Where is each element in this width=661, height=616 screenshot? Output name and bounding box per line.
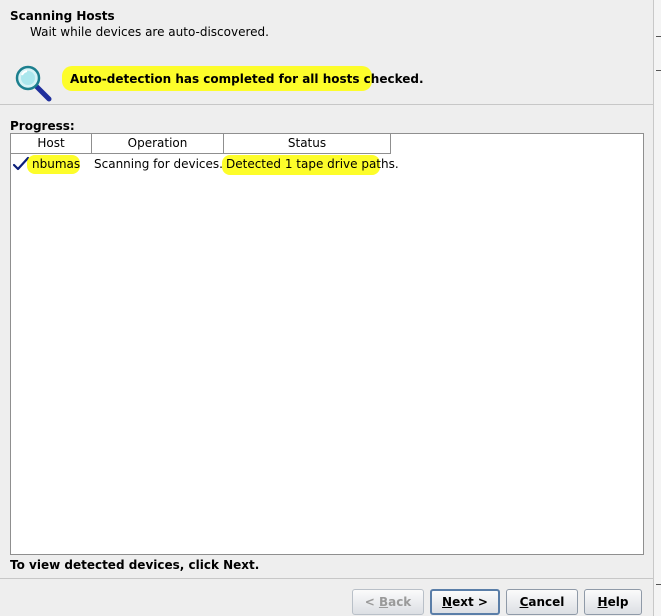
column-header-host[interactable]: Host <box>11 134 92 154</box>
column-header-status[interactable]: Status <box>224 134 391 154</box>
status-message: Auto-detection has completed for all hos… <box>70 72 424 86</box>
table-header: Host Operation Status <box>11 134 643 154</box>
column-header-operation[interactable]: Operation <box>92 134 224 154</box>
host-cell: nbumas <box>32 157 81 171</box>
cancel-button[interactable]: Cancel <box>506 589 578 615</box>
footer-divider <box>0 578 653 579</box>
operation-cell: Scanning for devices. <box>94 157 223 171</box>
next-hint: To view detected devices, click Next. <box>10 558 260 572</box>
wizard-header: Scanning Hosts Wait while devices are au… <box>0 0 653 104</box>
window-edge <box>653 0 661 616</box>
status-cell: Detected 1 tape drive paths. <box>226 157 399 171</box>
back-button[interactable]: < Back <box>352 589 424 615</box>
help-button[interactable]: Help <box>584 589 642 615</box>
magnifier-icon <box>15 65 52 102</box>
header-divider <box>0 104 653 105</box>
page-subtitle: Wait while devices are auto-discovered. <box>30 25 269 39</box>
next-button[interactable]: Next > <box>430 589 500 615</box>
progress-table: Host Operation Status nbumas Scanning fo… <box>10 133 644 555</box>
page-title: Scanning Hosts <box>10 9 115 23</box>
progress-label: Progress: <box>10 119 75 133</box>
table-row[interactable]: nbumas Scanning for devices. Detected 1 … <box>11 154 643 175</box>
